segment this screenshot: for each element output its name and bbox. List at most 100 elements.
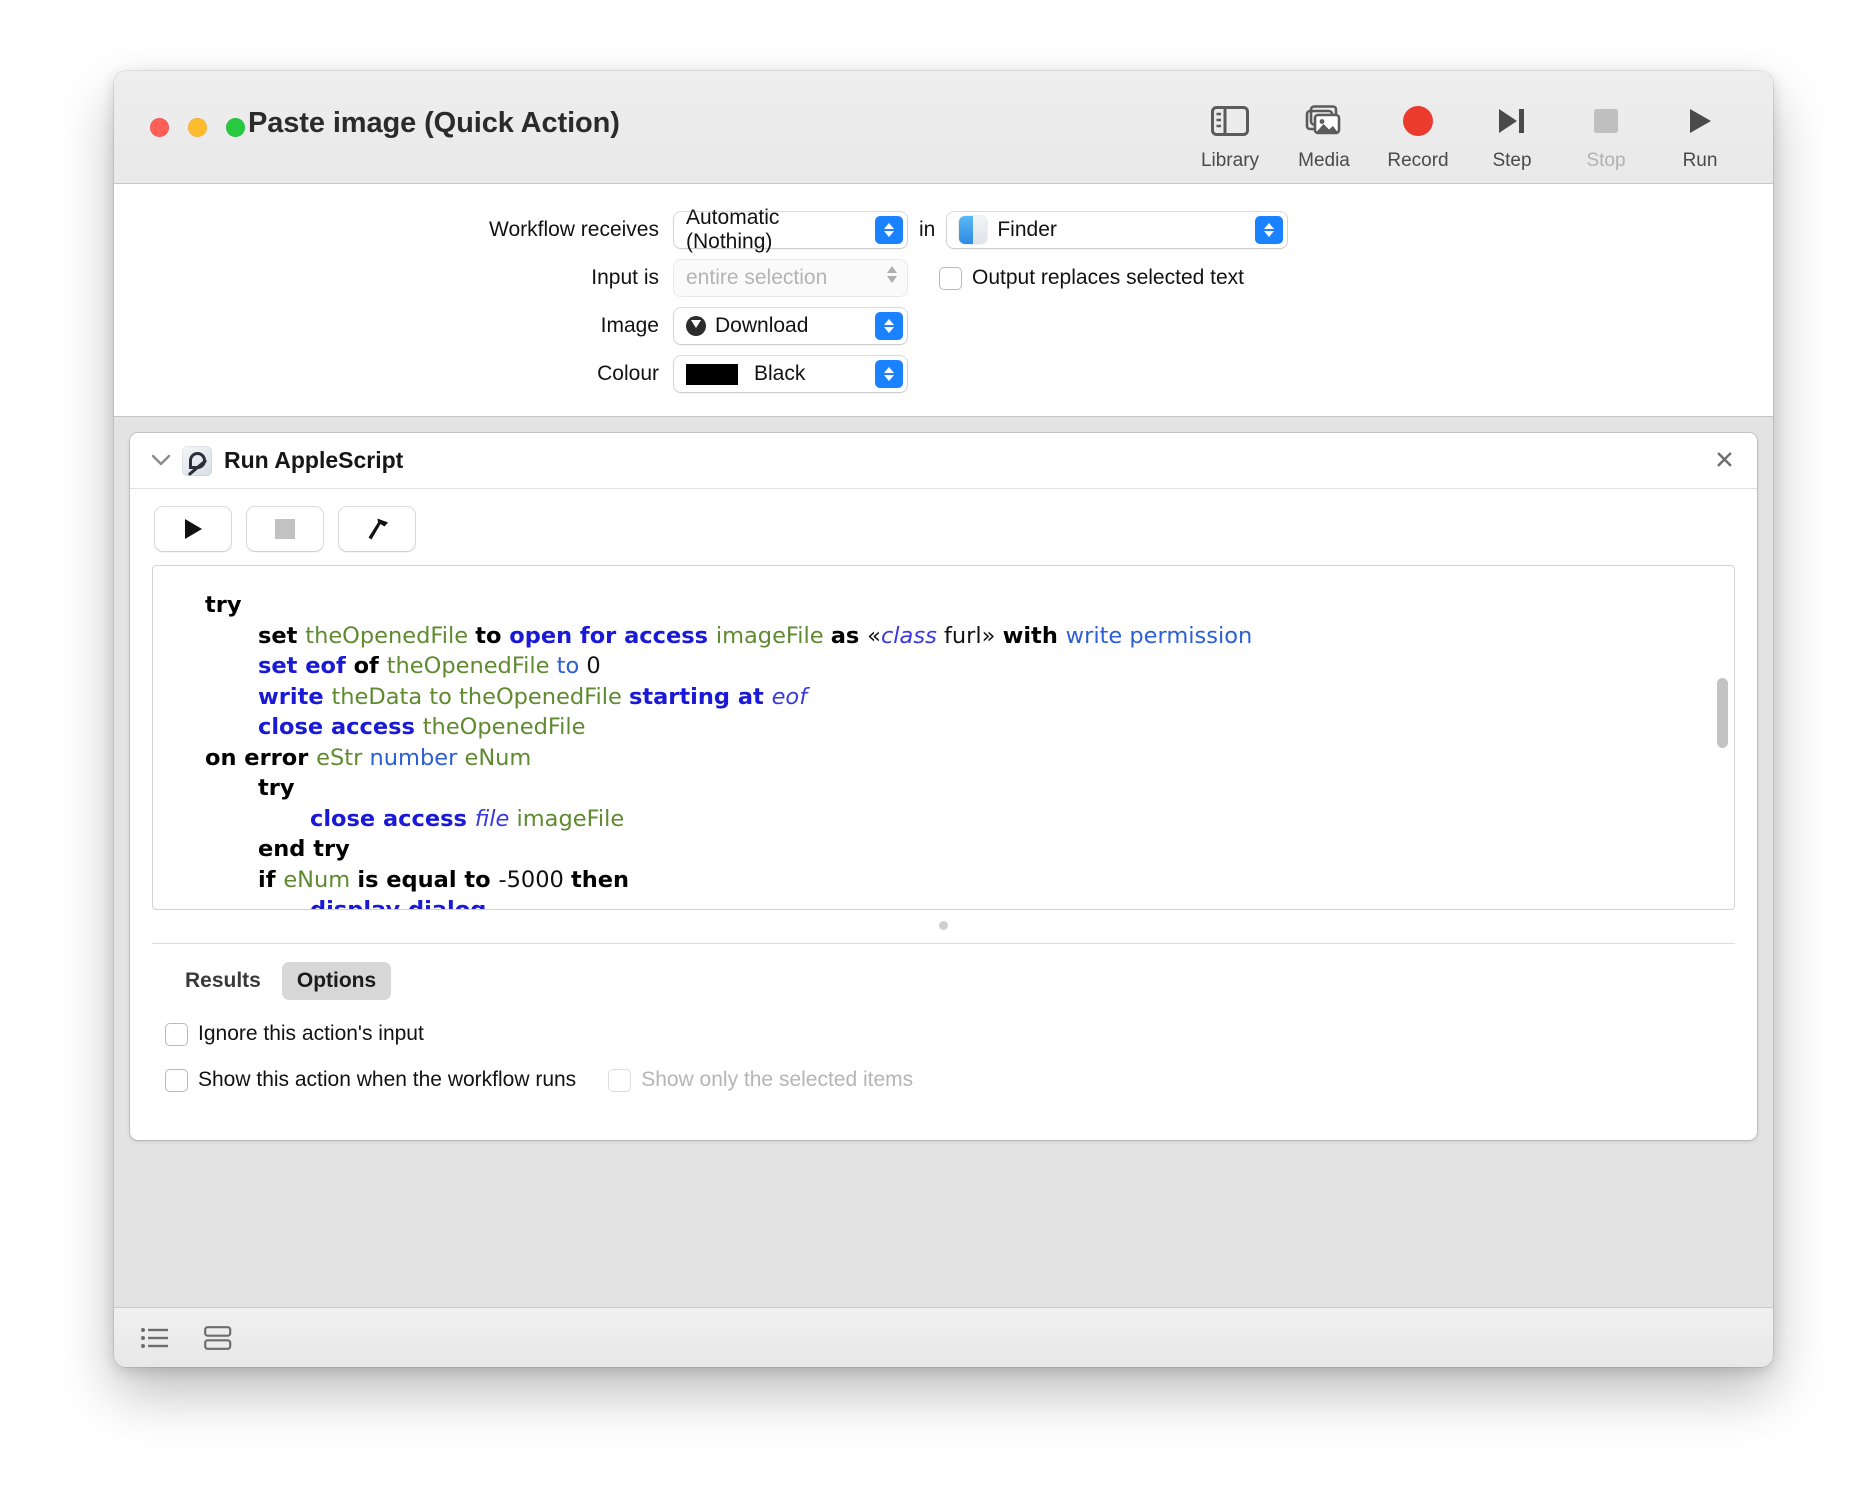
- code-line: display dialog: [153, 895, 1734, 910]
- script-run-button[interactable]: [155, 507, 231, 551]
- code-line: set theOpenedFile to open for access ima…: [153, 621, 1734, 652]
- action-options: Ignore this action's input Show this act…: [130, 1000, 1757, 1140]
- media-images-icon: [1304, 101, 1344, 141]
- action-tabs: Results Options: [130, 944, 1757, 1000]
- action-title: Run AppleScript: [224, 447, 403, 474]
- close-window-button[interactable]: [150, 118, 169, 137]
- input-is-popup: entire selection: [674, 260, 907, 296]
- toolbar-button-record[interactable]: Record: [1371, 93, 1465, 172]
- workflow-receives-popup[interactable]: Automatic (Nothing): [674, 212, 907, 248]
- code-line: end try: [153, 834, 1734, 865]
- action-header: Run AppleScript ✕: [130, 433, 1757, 489]
- code-line: if eNum is equal to -5000 then: [153, 865, 1734, 896]
- image-popup[interactable]: Download: [674, 308, 907, 344]
- script-stop-button: [247, 507, 323, 551]
- script-compile-hammer-button[interactable]: [339, 507, 415, 551]
- bullet-list-icon[interactable]: [140, 1326, 170, 1350]
- code-line: set eof of theOpenedFile to 0: [153, 651, 1734, 682]
- zoom-window-button[interactable]: [226, 118, 245, 137]
- code-line: close access theOpenedFile: [153, 712, 1734, 743]
- traffic-lights: [150, 118, 245, 137]
- label-in: in: [919, 218, 935, 242]
- applescript-code[interactable]: tryset theOpenedFile to open for access …: [153, 566, 1734, 910]
- script-toolbar: [130, 489, 1757, 565]
- show-action-label: Show this action when the workflow runs: [198, 1068, 576, 1092]
- colour-value: Black: [754, 362, 805, 386]
- window-titlebar: Paste image (Quick Action) Library: [114, 71, 1773, 184]
- editor-scrollbar[interactable]: [1715, 570, 1729, 907]
- run-play-icon: [1685, 101, 1715, 141]
- input-is-value: entire selection: [686, 266, 827, 290]
- ignore-input-checkbox[interactable]: [166, 1024, 187, 1045]
- option-ignore-input-row[interactable]: Ignore this action's input: [166, 1022, 1757, 1046]
- target-app-value: Finder: [997, 218, 1057, 242]
- toolbar-label-step: Step: [1492, 150, 1531, 172]
- window-toolbar: Library Medi: [1183, 93, 1747, 172]
- close-x-icon[interactable]: ✕: [1714, 448, 1735, 473]
- label-image: Image: [114, 314, 674, 338]
- toolbar-button-library[interactable]: Library: [1183, 93, 1277, 172]
- target-app-popup[interactable]: Finder: [947, 212, 1287, 248]
- label-colour: Colour: [114, 362, 674, 386]
- stop-square-icon: [1591, 101, 1621, 141]
- chevron-updown-icon: [887, 266, 897, 283]
- toolbar-button-stop: Stop: [1559, 93, 1653, 172]
- automator-window: Paste image (Quick Action) Library: [114, 71, 1773, 1367]
- record-circle-icon: [1401, 101, 1435, 141]
- colour-popup[interactable]: Black: [674, 356, 907, 392]
- code-line: close access file imageFile: [153, 804, 1734, 835]
- row-colour: Colour Black: [114, 350, 1773, 398]
- show-action-checkbox[interactable]: [166, 1070, 187, 1091]
- label-workflow-receives: Workflow receives: [114, 218, 674, 242]
- editor-scrollbar-thumb[interactable]: [1717, 678, 1728, 748]
- option-show-action-row[interactable]: Show this action when the workflow runs …: [166, 1068, 1757, 1092]
- code-line: write theData to theOpenedFile starting …: [153, 682, 1734, 713]
- label-input-is: Input is: [114, 266, 674, 290]
- chevron-updown-icon: [1255, 216, 1283, 244]
- workflow-settings-panel: Workflow receives Automatic (Nothing) in…: [114, 184, 1773, 417]
- tab-results[interactable]: Results: [170, 962, 276, 1000]
- row-workflow-receives: Workflow receives Automatic (Nothing) in…: [114, 206, 1773, 254]
- image-value: Download: [715, 314, 808, 338]
- option-show-selected-row: Show only the selected items: [609, 1068, 913, 1092]
- action-run-applescript: Run AppleScript ✕: [130, 433, 1757, 1140]
- output-replaces-label: Output replaces selected text: [972, 266, 1244, 290]
- chevron-down-icon[interactable]: [150, 450, 172, 472]
- editor-resize-grip[interactable]: [130, 910, 1757, 939]
- ignore-input-label: Ignore this action's input: [198, 1022, 424, 1046]
- applescript-icon: [182, 446, 212, 476]
- applescript-editor[interactable]: tryset theOpenedFile to open for access …: [152, 565, 1735, 910]
- toolbar-label-library: Library: [1201, 150, 1259, 172]
- code-line: try: [153, 773, 1734, 804]
- toolbar-label-media: Media: [1298, 150, 1350, 172]
- library-sidebar-icon: [1211, 101, 1249, 141]
- toolbar-label-stop: Stop: [1586, 150, 1625, 172]
- toolbar-label-record: Record: [1387, 150, 1448, 172]
- window-statusbar: [114, 1307, 1773, 1367]
- minimize-window-button[interactable]: [188, 118, 207, 137]
- output-replaces-row[interactable]: Output replaces selected text: [940, 266, 1244, 290]
- code-line: try: [153, 590, 1734, 621]
- window-title: Paste image (Quick Action): [248, 107, 620, 140]
- stacked-blocks-icon[interactable]: [203, 1325, 233, 1351]
- chevron-updown-icon: [875, 216, 903, 244]
- download-circle-icon: [686, 316, 706, 336]
- toolbar-button-media[interactable]: Media: [1277, 93, 1371, 172]
- chevron-updown-icon: [875, 312, 903, 340]
- screen: Paste image (Quick Action) Library: [0, 0, 1866, 1502]
- toolbar-button-step[interactable]: Step: [1465, 93, 1559, 172]
- show-selected-checkbox: [609, 1070, 630, 1091]
- workflow-receives-value: Automatic (Nothing): [686, 206, 863, 254]
- row-image: Image Download: [114, 302, 1773, 350]
- toolbar-button-run[interactable]: Run: [1653, 93, 1747, 172]
- show-selected-label: Show only the selected items: [641, 1068, 913, 1092]
- workflow-canvas: Run AppleScript ✕: [114, 417, 1773, 1307]
- row-input-is: Input is entire selection Output replace…: [114, 254, 1773, 302]
- chevron-updown-icon: [875, 360, 903, 388]
- code-line: on error eStr number eNum: [153, 743, 1734, 774]
- tab-options[interactable]: Options: [282, 962, 391, 1000]
- finder-icon: [959, 216, 987, 244]
- output-replaces-checkbox[interactable]: [940, 268, 961, 289]
- step-forward-icon: [1495, 101, 1529, 141]
- toolbar-label-run: Run: [1683, 150, 1718, 172]
